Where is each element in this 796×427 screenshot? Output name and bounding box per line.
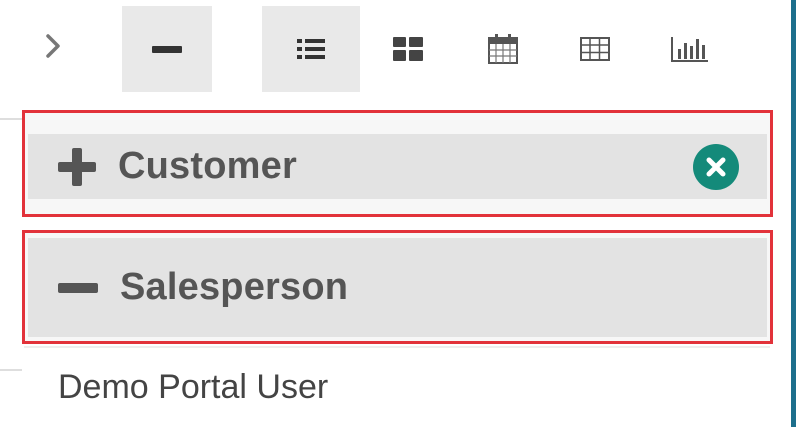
left-gutter [0,0,22,427]
list-item[interactable]: Demo Portal User [58,368,328,407]
graph-view-button[interactable] [652,6,728,92]
divider [0,369,22,371]
list-view-icon [297,39,325,59]
divider [24,346,770,348]
group-label: Customer [118,145,297,187]
remove-circle-icon[interactable] [693,144,739,190]
group-header-customer[interactable]: Customer [28,134,767,199]
group-label: Salesperson [120,266,349,308]
calendar-view-button[interactable] [465,6,541,92]
group-customer: Customer [22,110,773,217]
divider [0,118,22,120]
collapse-all-button[interactable] [122,6,212,92]
kanban-view-button[interactable] [370,6,446,92]
list-view-button[interactable] [262,6,360,92]
pivot-view-button[interactable] [557,6,633,92]
minus-icon [58,282,98,293]
minus-icon [152,45,182,53]
calendar-view-icon [488,34,518,64]
group-salesperson: Salesperson [22,230,773,344]
group-header-salesperson[interactable]: Salesperson [28,238,767,337]
graph-view-icon [671,37,708,62]
plus-icon [58,147,96,186]
chevron-right-icon[interactable] [36,26,70,66]
window-edge [791,0,796,427]
kanban-view-icon [393,37,423,61]
pivot-view-icon [580,37,610,61]
